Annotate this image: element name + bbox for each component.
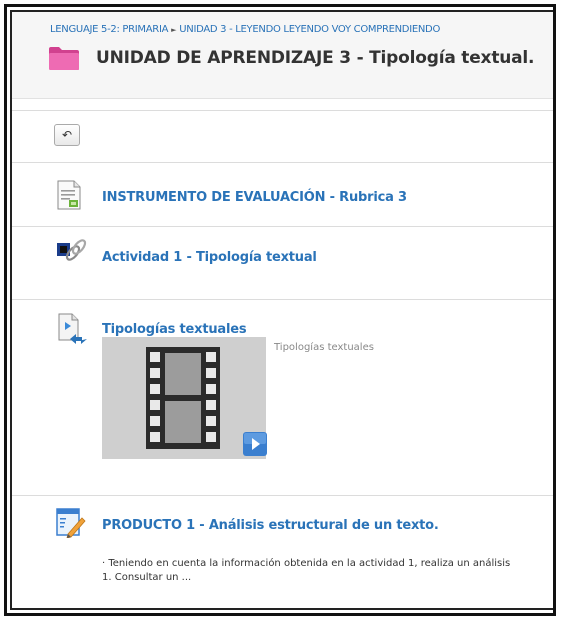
activity-rubric-link[interactable]: INSTRUMENTO DE EVALUACIÓN - Rubrica 3: [102, 190, 407, 205]
link-icon: [57, 239, 87, 261]
breadcrumb-separator: ►: [171, 26, 177, 34]
window-frame: LENGUAJE 5-2: PRIMARIA ► UNIDAD 3 - LEYEND…: [4, 4, 556, 616]
page-title: UNIDAD DE APRENDIZAJE 3 - Tipología text…: [96, 48, 535, 68]
undo-arrow-icon: ↶: [61, 128, 73, 142]
activity-1-link[interactable]: Actividad 1 - Tipología textual: [102, 250, 317, 265]
divider: [12, 226, 553, 227]
video-thumbnail[interactable]: [102, 337, 267, 459]
divider: [12, 110, 553, 111]
back-button[interactable]: ↶: [54, 124, 80, 146]
video-resource-link[interactable]: Tipologías textuales: [102, 322, 247, 337]
document-icon: [57, 180, 81, 210]
page-header: LENGUAJE 5-2: PRIMARIA ► UNIDAD 3 - LEYEND…: [12, 12, 553, 99]
play-icon[interactable]: [243, 432, 267, 456]
film-strip-icon: [146, 347, 220, 449]
breadcrumb-course-link[interactable]: LENGUAJE 5-2: PRIMARIA: [50, 24, 168, 35]
breadcrumb-unit-link[interactable]: UNIDAD 3 - LEYENDO LEYENDO VOY COMPRENDI…: [179, 24, 440, 35]
divider: [12, 495, 553, 496]
assignment-icon: [56, 508, 86, 538]
video-caption: Tipologías textuales: [274, 342, 374, 353]
course-content: LENGUAJE 5-2: PRIMARIA ► UNIDAD 3 - LEYEND…: [10, 10, 553, 610]
assignment-description-line1: · Teniendo en cuenta la información obte…: [102, 558, 511, 569]
divider: [12, 162, 553, 163]
assignment-link[interactable]: PRODUCTO 1 - Análisis estructural de un …: [102, 518, 439, 533]
folder-icon: [49, 47, 79, 70]
breadcrumb: LENGUAJE 5-2: PRIMARIA ► UNIDAD 3 - LEYEND…: [50, 24, 440, 35]
assignment-description-line2: 1. Consultar un ...: [102, 572, 192, 583]
divider: [12, 299, 553, 300]
video-resource-icon: [58, 313, 87, 344]
